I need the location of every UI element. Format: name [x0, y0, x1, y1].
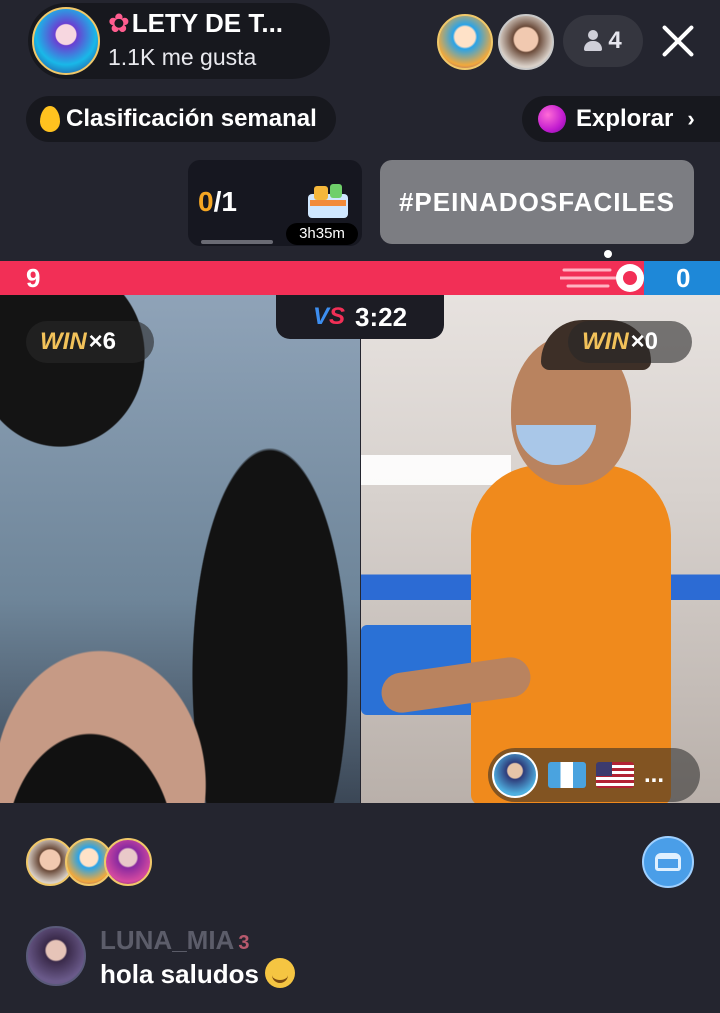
vs-icon-v: V — [312, 303, 329, 330]
vs-icon: VS — [313, 303, 345, 331]
top-gifter-avatar-3[interactable] — [104, 838, 152, 886]
chat-avatar[interactable] — [26, 926, 86, 986]
planet-icon — [538, 105, 566, 133]
task-progress-done: 0 — [198, 186, 214, 217]
task-progress-total: /1 — [213, 186, 237, 217]
vs-icon-s: S — [328, 303, 345, 330]
person-icon — [584, 30, 603, 52]
smile-emoji-icon — [264, 958, 295, 988]
win-label-left: WIN — [40, 328, 87, 355]
opponent-avatar — [492, 752, 538, 798]
win-label-right: WIN — [582, 328, 629, 355]
host-name[interactable]: ✿LETY DE T... — [108, 8, 283, 39]
chat-message: hola saludos — [100, 958, 295, 990]
flame-icon — [40, 106, 60, 132]
battle-timer: VS 3:22 — [276, 295, 444, 339]
win-count-left: ×6 — [88, 328, 117, 355]
task-progress: 0/1 — [198, 186, 237, 218]
sofa-button[interactable] — [642, 836, 694, 888]
guatemala-flag-icon — [548, 762, 586, 788]
weekly-ranking-button[interactable]: Clasificación semanal — [26, 96, 336, 142]
hashtag-card[interactable]: #PEINADOSFACILES — [380, 160, 694, 244]
score-left: 9 — [26, 263, 41, 293]
opponent-video-feed[interactable] — [361, 295, 720, 803]
score-right: 0 — [676, 263, 691, 293]
chat-username[interactable]: LUNA_MIA 3 — [100, 925, 249, 956]
task-progress-bar — [201, 240, 273, 244]
host-name-text: LETY DE T... — [131, 8, 284, 38]
win-streak-right: WIN ×0 — [568, 321, 692, 363]
host-likes: 1.1K me gusta — [108, 44, 257, 70]
host-avatar[interactable] — [32, 7, 100, 75]
flags-more: ... — [644, 761, 665, 788]
flower-icon: ✿ — [108, 8, 130, 38]
ceiling-light — [361, 455, 511, 485]
usa-flag-icon — [596, 762, 634, 788]
level-badge: 3 — [238, 932, 250, 954]
top-viewer-avatar-1[interactable] — [437, 14, 493, 70]
spark-icon — [560, 264, 644, 292]
win-count-right: ×0 — [630, 328, 659, 355]
weekly-ranking-label: Clasificación semanal — [66, 105, 317, 132]
chevron-right-icon: › — [687, 106, 695, 131]
chat-username-text: LUNA_MIA — [100, 925, 235, 955]
explore-button[interactable]: Explorar › — [522, 96, 720, 142]
gift-icon — [308, 184, 348, 218]
close-icon[interactable] — [655, 18, 701, 64]
top-viewer-avatar-2[interactable] — [498, 14, 554, 70]
chat-message-text: hola saludos — [100, 959, 259, 989]
explore-label: Explorar — [576, 105, 674, 132]
viewer-count-value: 4 — [608, 27, 622, 54]
battle-timer-value: 3:22 — [354, 301, 408, 332]
win-streak-left: WIN ×6 — [26, 321, 154, 363]
sofa-icon — [655, 853, 681, 871]
task-timer: 3h35m — [286, 223, 358, 245]
viewer-count-button[interactable]: 4 — [563, 15, 643, 67]
opponent-info-pill[interactable]: ... — [488, 748, 700, 802]
host-video-feed[interactable] — [0, 295, 360, 803]
page-dot-1 — [604, 250, 612, 258]
